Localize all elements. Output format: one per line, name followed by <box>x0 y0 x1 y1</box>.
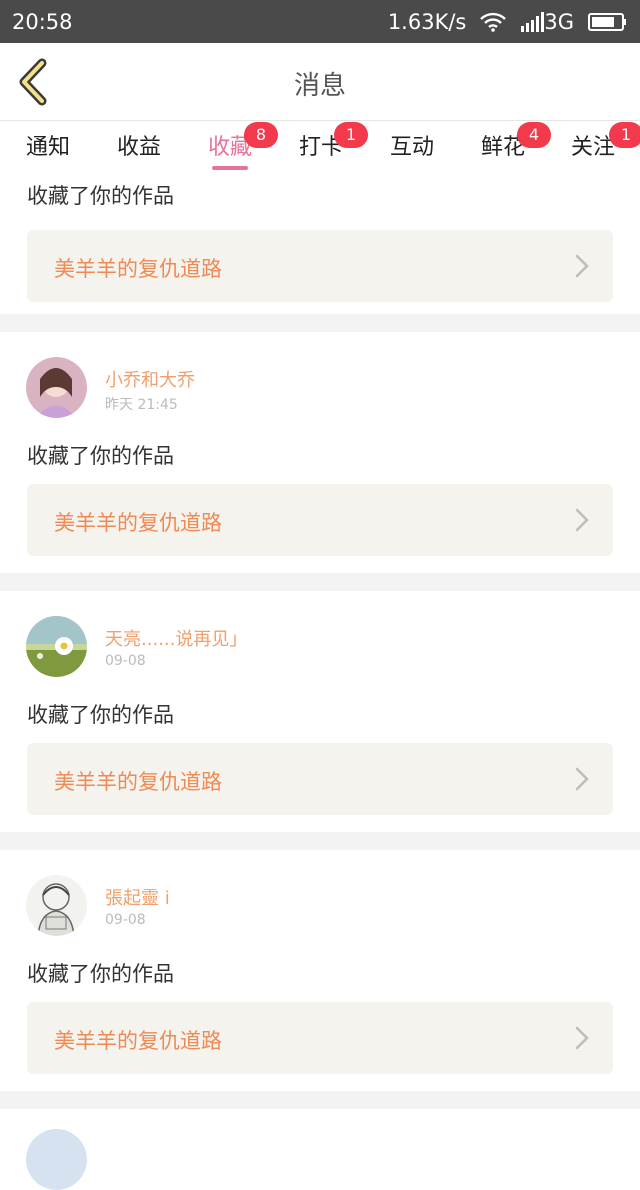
favorite-card: 張起靈 i 09-08 收藏了你的作品 美羊羊的复仇道路 <box>0 850 640 1091</box>
nav-bar: 消息 <box>0 43 640 121</box>
wifi-icon <box>480 12 507 32</box>
tab-bar: 通知 收益 收藏 8 打卡 1 互动 鲜花 4 关注 1 <box>0 121 640 176</box>
tab-badge: 1 <box>334 122 368 148</box>
favorite-card: 收藏了你的作品 美羊羊的复仇道路 <box>0 176 640 314</box>
separator <box>0 832 640 850</box>
username[interactable]: 天亮......说再见」 <box>105 625 247 651</box>
tab-badge: 8 <box>244 122 278 148</box>
favorite-card: 小乔和大乔 昨天 21:45 收藏了你的作品 美羊羊的复仇道路 <box>0 332 640 573</box>
chevron-right-icon <box>575 254 589 278</box>
favorite-card: 天亮......说再见」 09-08 收藏了你的作品 美羊羊的复仇道路 <box>0 591 640 832</box>
battery-icon <box>588 12 628 32</box>
chevron-right-icon <box>575 1026 589 1050</box>
page-title: 消息 <box>293 71 346 101</box>
signal-icon <box>520 11 545 32</box>
chevron-right-icon <box>575 767 589 791</box>
work-title: 美羊羊的复仇道路 <box>54 1029 222 1053</box>
work-link[interactable]: 美羊羊的复仇道路 <box>27 230 613 302</box>
chevron-right-icon <box>575 508 589 532</box>
action-text: 收藏了你的作品 <box>27 962 174 986</box>
separator <box>0 573 640 591</box>
separator <box>0 1091 640 1109</box>
tab-badge: 4 <box>517 122 551 148</box>
status-bar: 20:58 1.63K/s 3G <box>0 0 640 43</box>
tab-interaction[interactable]: 互动 <box>390 129 434 175</box>
tab-following[interactable]: 关注 1 <box>571 122 640 175</box>
work-link[interactable]: 美羊羊的复仇道路 <box>27 1002 613 1074</box>
network-type: 3G <box>544 9 574 34</box>
avatar[interactable] <box>26 616 87 677</box>
tab-badge: 1 <box>609 122 640 148</box>
work-link[interactable]: 美羊羊的复仇道路 <box>27 484 613 556</box>
tab-label: 收益 <box>117 135 162 160</box>
timestamp: 昨天 21:45 <box>105 397 178 413</box>
work-title: 美羊羊的复仇道路 <box>54 511 222 535</box>
tab-label: 互动 <box>390 135 435 160</box>
avatar[interactable] <box>26 875 87 936</box>
tab-favorites[interactable]: 收藏 8 <box>208 122 278 175</box>
username[interactable]: 小乔和大乔 <box>105 366 195 392</box>
status-time: 20:58 <box>12 9 73 34</box>
network-speed: 1.63K/s <box>387 9 467 34</box>
action-text: 收藏了你的作品 <box>27 703 174 727</box>
avatar[interactable] <box>26 1129 87 1190</box>
action-text: 收藏了你的作品 <box>27 184 174 208</box>
tab-flowers[interactable]: 鲜花 4 <box>481 122 551 175</box>
tab-checkin[interactable]: 打卡 1 <box>299 122 368 175</box>
username[interactable]: 張起靈 i <box>105 884 170 910</box>
favorite-card <box>0 1109 640 1190</box>
timestamp: 09-08 <box>105 653 146 669</box>
avatar[interactable] <box>26 357 87 418</box>
tab-label: 通知 <box>26 135 71 160</box>
work-title: 美羊羊的复仇道路 <box>54 257 222 281</box>
separator <box>0 314 640 332</box>
action-text: 收藏了你的作品 <box>27 444 174 468</box>
tab-earnings[interactable]: 收益 <box>117 129 161 175</box>
work-title: 美羊羊的复仇道路 <box>54 770 222 794</box>
timestamp: 09-08 <box>105 912 146 928</box>
message-feed: 收藏了你的作品 美羊羊的复仇道路 小乔和大乔 昨天 21:45 收藏了你的作品 … <box>0 176 640 1190</box>
work-link[interactable]: 美羊羊的复仇道路 <box>27 743 613 815</box>
active-tab-indicator <box>212 166 249 170</box>
tab-notifications[interactable]: 通知 <box>26 129 70 175</box>
